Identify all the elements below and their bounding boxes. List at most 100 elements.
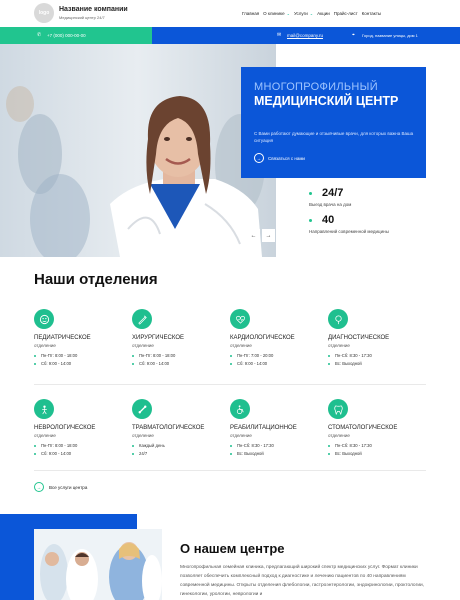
stat-value: 40 (322, 214, 335, 226)
nav-label: Главная (242, 11, 260, 16)
department-sub: отделение (34, 433, 56, 438)
department-hours: Вс: Выходной (328, 361, 362, 366)
department-sub: отделение (132, 343, 154, 348)
hours-text: Пн-Пт: 8:00 - 18:00 (41, 443, 78, 448)
department-sub: отделение (328, 433, 350, 438)
nav-item-promo[interactable]: Акции (317, 11, 330, 16)
department-name: СТОМАТОЛОГИЧЕСКОЕ (328, 425, 398, 431)
stat-value: 24/7 (322, 187, 344, 199)
department-card[interactable]: ТРАВМАТОЛОГИЧЕСКОЕ отделение Каждый день… (132, 399, 222, 469)
nav-item-services[interactable]: Услуги ⌄ (294, 11, 313, 16)
chevron-down-icon: ⌄ (286, 11, 290, 16)
department-hours: Пн-Пт: 8:00 - 18:00 (34, 353, 77, 358)
hours-text: Сб: 9:00 - 14:00 (41, 451, 72, 456)
nav-label: О клинике (263, 11, 285, 16)
department-hours: Пн-Сб: 8:30 - 17:30 (328, 443, 372, 448)
nav-item-price[interactable]: Прайс-лист (334, 11, 358, 16)
department-sub: отделение (230, 433, 252, 438)
neurology-icon (34, 399, 54, 419)
department-hours: Пн-Сб: 8:30 - 17:30 (328, 353, 372, 358)
phone-icon: ✆ (37, 32, 42, 38)
site-header: logo Название компании Медицинский центр… (0, 0, 460, 26)
department-name: ПЕДИАТРИЧЕСКОЕ (34, 335, 91, 341)
rehab-icon (230, 399, 250, 419)
department-name: ДИАГНОСТИЧЕСКОЕ (328, 335, 390, 341)
department-hours: Вс: Выходной (328, 451, 362, 456)
department-hours: Вс: Выходной (230, 451, 264, 456)
nav-item-about[interactable]: О клинике ⌄ (263, 11, 290, 16)
stat-label: Направлений современной медицины (309, 229, 389, 234)
diagnostic-icon (328, 309, 348, 329)
department-sub: отделение (230, 343, 252, 348)
department-card[interactable]: КАРДИОЛОГИЧЕСКОЕ отделение Пн-Пт: 7:00 -… (230, 309, 320, 384)
department-hours: Пн-Сб: 8:30 - 17:30 (230, 443, 274, 448)
company-name[interactable]: Название компании (59, 6, 128, 13)
arrow-right-icon: → (265, 232, 272, 239)
department-card[interactable]: РЕАБИЛИТАЦИОННОЕ отделение Пн-Сб: 8:30 -… (230, 399, 320, 469)
department-card[interactable]: ХИРУРГИЧЕСКОЕ отделение Пн-Пт: 8:00 - 18… (132, 309, 222, 384)
arrow-right-icon: → (34, 482, 44, 492)
contact-us-label: Связаться с нами (268, 155, 305, 161)
hero-image (0, 44, 276, 257)
all-services-link[interactable]: → Все услуги центра (34, 482, 87, 492)
email-link[interactable]: mail@company.ru (287, 33, 323, 38)
department-sub: отделение (328, 343, 350, 348)
mail-icon: ✉ (277, 32, 282, 38)
nav-label: Услуги (293, 11, 308, 16)
nav-item-home[interactable]: Главная (242, 11, 259, 16)
contact-us-button[interactable]: → Связаться с нами (254, 153, 305, 163)
hero-eyebrow: МНОГОПРОФИЛЬНЫЙ (254, 81, 378, 93)
department-card[interactable]: ДИАГНОСТИЧЕСКОЕ отделение Пн-Сб: 8:30 - … (328, 309, 418, 384)
hero-text: С Вами работают думающие и отзывчивые вр… (254, 131, 414, 143)
stat-bullet (309, 219, 312, 222)
nav-item-contacts[interactable]: Контакты (362, 11, 381, 16)
pediatric-icon (34, 309, 54, 329)
arrow-left-icon: ← (250, 232, 257, 239)
department-sub: отделение (132, 433, 154, 438)
hours-text: 24/7 (139, 451, 148, 456)
company-tagline: Медицинский центр 24/7 (59, 15, 105, 20)
stat-label: Выезд врача на дом (309, 202, 352, 207)
department-hours: Каждый день (132, 443, 165, 448)
hours-text: Пн-Сб: 8:30 - 17:30 (335, 353, 372, 358)
department-hours: Пн-Пт: 8:00 - 18:00 (132, 353, 175, 358)
nav-label: Прайс-лист (333, 11, 358, 16)
hours-text: Пн-Пт: 8:00 - 18:00 (139, 353, 176, 358)
department-card[interactable]: ПЕДИАТРИЧЕСКОЕ отделение Пн-Пт: 8:00 - 1… (34, 309, 124, 384)
department-name: ТРАВМАТОЛОГИЧЕСКОЕ (132, 425, 205, 431)
arrow-right-icon: → (254, 153, 264, 163)
dental-icon (328, 399, 348, 419)
hero-title: МЕДИЦИНСКИЙ ЦЕНТР (254, 94, 399, 108)
hours-text: Пн-Сб: 8:30 - 17:30 (335, 443, 372, 448)
department-hours: Пн-Пт: 8:00 - 18:00 (34, 443, 77, 448)
stat-bullet (309, 192, 312, 195)
hours-text: Сб: 9:00 - 14:00 (237, 361, 268, 366)
hero-promo-card: МНОГОПРОФИЛЬНЫЙ МЕДИЦИНСКИЙ ЦЕНТР С Вами… (241, 67, 426, 178)
hours-text: Вс: Выходной (335, 451, 362, 456)
address-text: Город, название улицы, дом 1 (362, 33, 418, 38)
department-sub: отделение (34, 343, 56, 348)
slider-prev-button[interactable]: ← (247, 229, 260, 242)
slider-next-button[interactable]: → (262, 229, 275, 242)
department-hours: Сб: 9:00 - 14:00 (230, 361, 267, 366)
nav-label: Акции (317, 11, 330, 16)
department-name: РЕАБИЛИТАЦИОННОЕ (230, 425, 297, 431)
phone-link[interactable]: +7 (000) 000-00-00 (47, 33, 86, 38)
hours-text: Пн-Сб: 8:30 - 17:30 (237, 443, 274, 448)
department-name: НЕВРОЛОГИЧЕСКОЕ (34, 425, 96, 431)
department-hours: 24/7 (132, 451, 147, 456)
hours-text: Каждый день (139, 443, 165, 448)
department-hours: Пн-Пт: 7:00 - 20:00 (230, 353, 273, 358)
surgery-icon (132, 309, 152, 329)
chevron-down-icon: ⌄ (309, 11, 314, 16)
hours-text: Вс: Выходной (237, 451, 264, 456)
logo[interactable]: logo (34, 3, 54, 23)
trauma-icon (132, 399, 152, 419)
department-card[interactable]: СТОМАТОЛОГИЧЕСКОЕ отделение Пн-Сб: 8:30 … (328, 399, 418, 469)
department-name: ХИРУРГИЧЕСКОЕ (132, 335, 184, 341)
hours-text: Пн-Пт: 7:00 - 20:00 (237, 353, 274, 358)
main-nav: Главная О клинике ⌄ Услуги ⌄ Акции Прайс-л… (242, 11, 381, 16)
cardiology-icon (230, 309, 250, 329)
department-card[interactable]: НЕВРОЛОГИЧЕСКОЕ отделение Пн-Пт: 8:00 - … (34, 399, 124, 469)
divider (34, 470, 426, 471)
